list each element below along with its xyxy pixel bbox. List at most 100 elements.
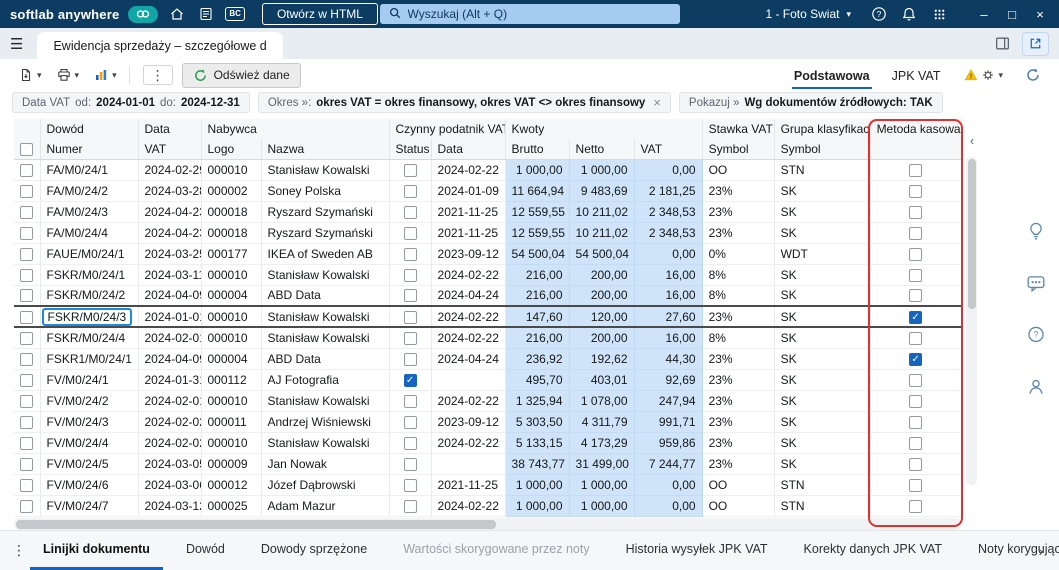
- status-checkbox[interactable]: [403, 163, 417, 177]
- table-row[interactable]: FSKR/M0/24/1 2024-03-11 000010 Stanisław Ko…: [14, 264, 962, 286]
- bc-badge-icon[interactable]: BC: [225, 7, 245, 21]
- sync-icon[interactable]: [1019, 63, 1047, 87]
- print-button[interactable]: ▾: [50, 63, 86, 87]
- vertical-scrollbar-thumb[interactable]: [967, 159, 976, 309]
- status-checkbox[interactable]: [403, 226, 417, 240]
- column-header-grupa-symbol[interactable]: Symbol: [774, 139, 871, 160]
- status-checkbox[interactable]: [403, 415, 417, 429]
- cell-select[interactable]: [14, 201, 41, 223]
- cell-status[interactable]: [389, 327, 432, 349]
- column-header-vat-data[interactable]: VAT: [138, 139, 202, 160]
- column-header-logo[interactable]: Logo: [201, 139, 262, 160]
- row-select-checkbox[interactable]: [20, 415, 34, 429]
- cell-select[interactable]: [14, 327, 41, 349]
- row-select-checkbox[interactable]: [20, 352, 34, 366]
- row-select-checkbox[interactable]: [20, 373, 34, 387]
- share-icon[interactable]: [1022, 31, 1049, 56]
- close-button[interactable]: ×: [1031, 8, 1049, 21]
- filter-chip[interactable]: Okres »: okres VAT = okres finansowy, okr…: [257, 92, 671, 113]
- cell-select[interactable]: [14, 264, 41, 286]
- bottom-tab[interactable]: Historia wysyłek JPK VAT: [613, 531, 781, 570]
- metoda-kasowa-checkbox[interactable]: [909, 499, 923, 513]
- column-header-vat[interactable]: VAT: [634, 139, 703, 160]
- cell-select[interactable]: [14, 495, 41, 517]
- table-row[interactable]: FV/M0/24/5 2024-03-05 000009 Jan Nowak 38 74…: [14, 453, 962, 475]
- column-header-status-data[interactable]: Data: [431, 139, 506, 160]
- cell-status[interactable]: [389, 305, 432, 328]
- metoda-kasowa-checkbox[interactable]: ✓: [909, 352, 923, 366]
- metoda-kasowa-checkbox[interactable]: [909, 289, 923, 303]
- column-group-kwoty[interactable]: Kwoty: [505, 119, 703, 139]
- table-row[interactable]: FA/M0/24/3 2024-04-23 000018 Ryszard Szymań…: [14, 201, 962, 223]
- column-header-numer[interactable]: Numer: [40, 139, 139, 160]
- scroll-tabs-right-icon[interactable]: ›: [1031, 543, 1051, 559]
- column-header-stawka-symbol[interactable]: Symbol: [702, 139, 775, 160]
- row-select-checkbox[interactable]: [20, 268, 34, 282]
- filter-chip[interactable]: Data VAT od: 2024-01-01 do: 2024-12-31: [12, 92, 250, 113]
- row-select-checkbox[interactable]: [20, 394, 34, 408]
- help-bubble-icon[interactable]: ?: [1023, 322, 1049, 348]
- status-checkbox[interactable]: [403, 331, 417, 345]
- table-row[interactable]: FAUE/M0/24/1 2024-03-25 000177 IKEA of Swed…: [14, 243, 962, 265]
- column-group-nabywca[interactable]: Nabywca: [201, 119, 390, 139]
- cell-status[interactable]: [389, 390, 432, 412]
- column-header-brutto[interactable]: Brutto: [505, 139, 570, 160]
- cell-metoda-kasowa[interactable]: [870, 285, 962, 307]
- cell-status[interactable]: [389, 222, 432, 244]
- table-row[interactable]: FV/M0/24/1 2024-01-31 000112 AJ Fotografia ✓…: [14, 369, 962, 391]
- metoda-kasowa-checkbox[interactable]: [909, 226, 923, 240]
- cell-select[interactable]: [14, 453, 41, 475]
- news-icon[interactable]: [196, 4, 216, 24]
- alert-settings-button[interactable]: ! ▾: [958, 64, 1009, 86]
- side-panel-icon[interactable]: [990, 32, 1014, 56]
- cell-status[interactable]: [389, 348, 432, 370]
- bottom-tab[interactable]: Korekty danych JPK VAT: [791, 531, 955, 570]
- metoda-kasowa-checkbox[interactable]: [909, 373, 923, 387]
- cell-metoda-kasowa[interactable]: [870, 495, 962, 517]
- metoda-kasowa-checkbox[interactable]: [909, 184, 923, 198]
- view-tab[interactable]: Podstawowa: [791, 62, 872, 89]
- chart-button[interactable]: ▾: [87, 63, 123, 87]
- cell-select[interactable]: [14, 243, 41, 265]
- table-row[interactable]: FA/M0/24/4 2024-04-23 000018 Ryszard Szymań…: [14, 222, 962, 244]
- cell-metoda-kasowa[interactable]: [870, 474, 962, 496]
- table-row[interactable]: FV/M0/24/7 2024-03-12 000025 Adam Mazur 2024…: [14, 495, 962, 517]
- cell-status[interactable]: [389, 264, 432, 286]
- cell-metoda-kasowa[interactable]: [870, 453, 962, 475]
- cell-select[interactable]: [14, 305, 41, 328]
- cell-status[interactable]: [389, 180, 432, 202]
- table-row[interactable]: FV/M0/24/6 2024-03-06 000012 Józef Dąbrowsk…: [14, 474, 962, 496]
- cell-status[interactable]: [389, 411, 432, 433]
- cell-metoda-kasowa[interactable]: [870, 180, 962, 202]
- table-row[interactable]: FSKR/M0/24/3 2024-01-01 000010 Stanisław Ko…: [14, 305, 962, 328]
- cell-metoda-kasowa[interactable]: [870, 369, 962, 391]
- cell-status[interactable]: [389, 243, 432, 265]
- cell-select[interactable]: [14, 474, 41, 496]
- status-checkbox[interactable]: [403, 268, 417, 282]
- metoda-kasowa-checkbox[interactable]: [909, 457, 923, 471]
- status-checkbox[interactable]: [403, 436, 417, 450]
- bottom-tab[interactable]: Wartości skorygowane przez noty: [390, 531, 602, 570]
- cell-status[interactable]: [389, 159, 432, 181]
- cell-metoda-kasowa[interactable]: [870, 264, 962, 286]
- apps-grid-icon[interactable]: [929, 4, 949, 24]
- metoda-kasowa-checkbox[interactable]: ✓: [909, 310, 923, 324]
- open-html-button[interactable]: Otwórz w HTML: [261, 3, 378, 25]
- anywhere-logo-icon[interactable]: [128, 5, 159, 23]
- cell-status[interactable]: ✓: [389, 369, 432, 391]
- column-group-data[interactable]: Data: [138, 119, 202, 139]
- status-checkbox[interactable]: [403, 247, 417, 261]
- company-selector[interactable]: 1 - Foto Swiat ▾: [765, 7, 851, 21]
- table-row[interactable]: FSKR/M0/24/2 2024-04-09 000004 ABD Data 2024…: [14, 285, 962, 307]
- cell-select[interactable]: [14, 348, 41, 370]
- row-select-checkbox[interactable]: [20, 457, 34, 471]
- export-button[interactable]: ▾: [12, 63, 48, 87]
- chat-icon[interactable]: [1023, 270, 1049, 296]
- status-checkbox[interactable]: [403, 184, 417, 198]
- cell-status[interactable]: [389, 432, 432, 454]
- row-select-checkbox[interactable]: [20, 205, 34, 219]
- metoda-kasowa-checkbox[interactable]: [909, 436, 923, 450]
- cell-select[interactable]: [14, 390, 41, 412]
- metoda-kasowa-checkbox[interactable]: [909, 247, 923, 261]
- cell-metoda-kasowa[interactable]: [870, 411, 962, 433]
